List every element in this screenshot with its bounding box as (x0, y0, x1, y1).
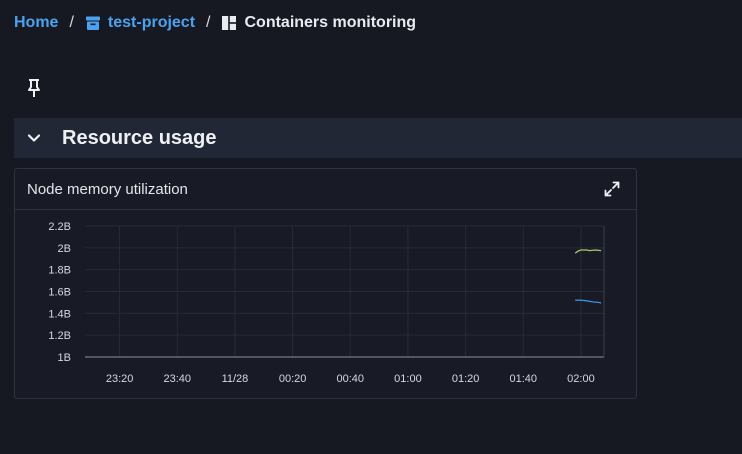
chart-panel: Node memory utilization 2.2B 2B 1.8B 1.6B 1.… (14, 168, 637, 399)
x-tick-label: 01:40 (510, 373, 538, 385)
y-tick-label: 1.2B (48, 330, 71, 342)
x-tick-label: 02:00 (567, 373, 595, 385)
y-tick-label: 2B (58, 243, 71, 255)
breadcrumb-current: Containers monitoring (221, 14, 416, 32)
chevron-down-icon[interactable] (26, 130, 42, 146)
x-tick-label: 01:20 (452, 373, 480, 385)
y-tick-label: 1.4B (48, 308, 71, 320)
expand-icon[interactable] (604, 181, 620, 197)
x-tick-label: 00:40 (337, 373, 365, 385)
breadcrumb-home-link[interactable]: Home (14, 14, 58, 32)
memory-chart: 2.2B 2B 1.8B 1.6B 1.4B 1.2B 1B 23:20 23:40 11/28 0… (48, 221, 605, 385)
dashboard-icon (221, 15, 237, 31)
panel-header: Node memory utilization (15, 169, 636, 210)
x-tick-label: 00:20 (279, 373, 307, 385)
panel-title: Node memory utilization (27, 180, 188, 198)
x-tick-label: 11/28 (222, 373, 249, 385)
x-tick-label: 23:20 (106, 373, 134, 385)
breadcrumb: Home / test-project / Containers monitor… (14, 12, 416, 34)
breadcrumb-separator: / (69, 14, 74, 31)
breadcrumb-current-label: Containers monitoring (244, 14, 417, 31)
pin-icon[interactable] (26, 78, 42, 98)
archive-box-icon (85, 15, 101, 31)
y-tick-label: 1.6B (48, 287, 71, 299)
x-tick-label: 01:00 (394, 373, 422, 385)
breadcrumb-project-label: test-project (107, 14, 196, 31)
resource-usage-section-header[interactable]: Resource usage (14, 118, 742, 158)
series-line (575, 299, 602, 304)
section-title: Resource usage (62, 126, 217, 149)
y-tick-label: 1B (58, 352, 71, 364)
series-line (574, 249, 602, 254)
x-tick-label: 23:40 (164, 373, 192, 385)
y-tick-label: 2.2B (48, 221, 71, 233)
y-tick-label: 1.8B (48, 265, 71, 277)
breadcrumb-project-link[interactable]: test-project (85, 14, 195, 32)
breadcrumb-separator: / (206, 14, 211, 31)
